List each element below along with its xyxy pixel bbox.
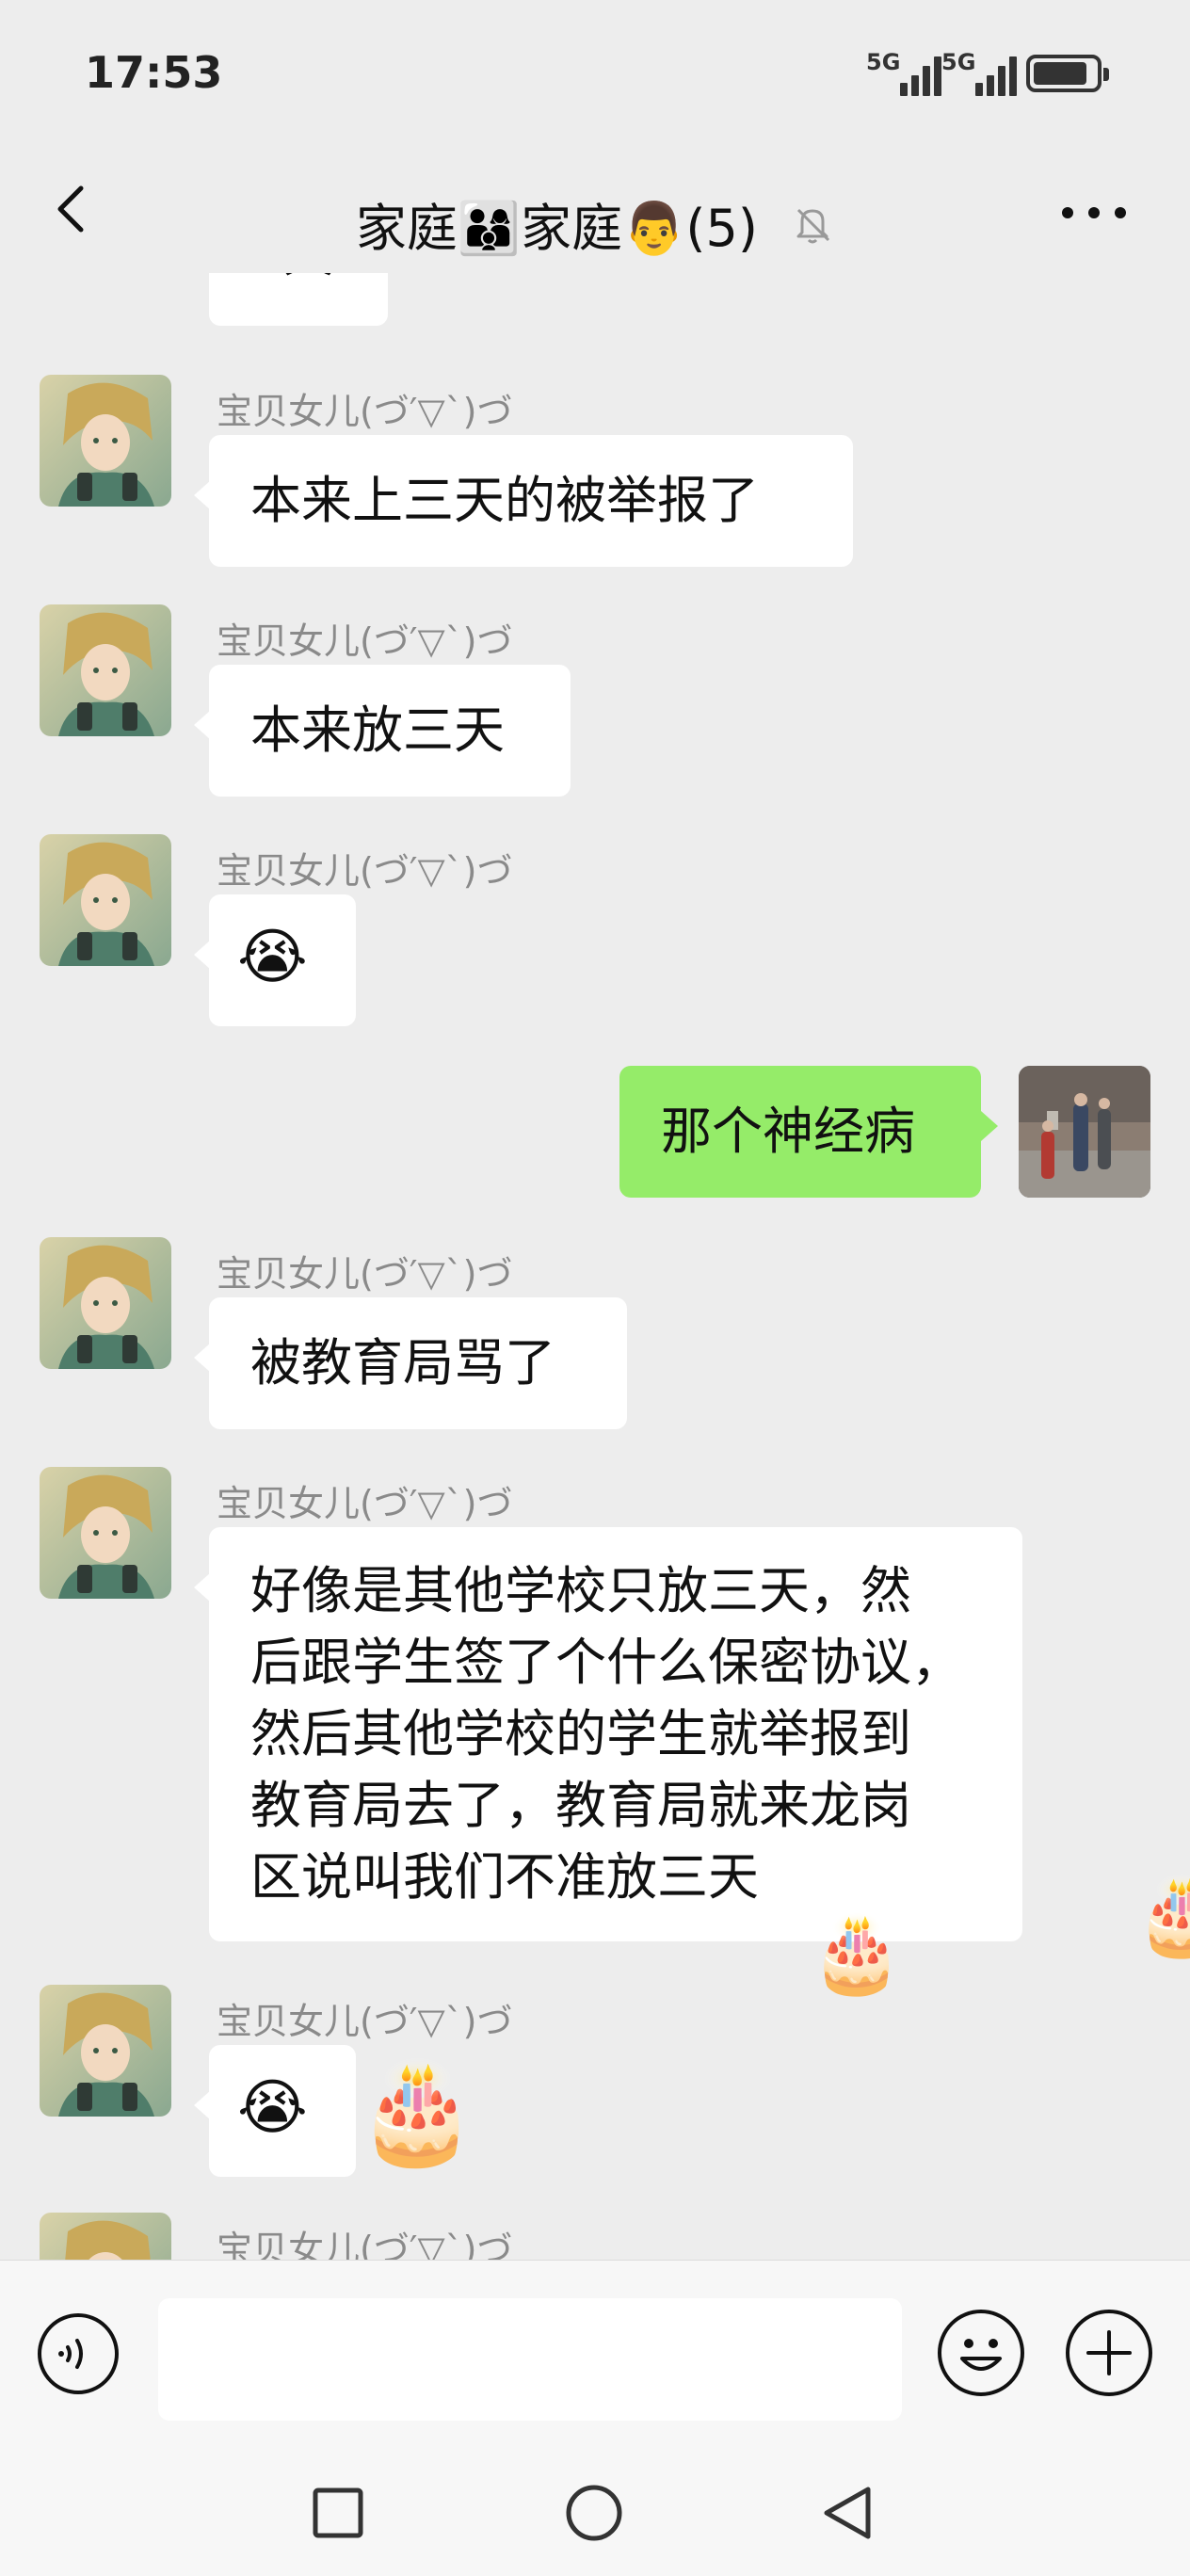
status-bar: 17:53 5G 5G bbox=[0, 0, 1190, 151]
recent-apps-icon[interactable] bbox=[313, 2487, 363, 2538]
voice-icon[interactable] bbox=[36, 2311, 121, 2396]
avatar[interactable] bbox=[40, 1985, 171, 2117]
message-bubble[interactable]: 本来放三天 bbox=[194, 665, 571, 797]
chat-title-text: 家庭👨‍👩‍👦家庭👨(5) bbox=[355, 199, 758, 258]
signal-label-2: 5G bbox=[941, 49, 976, 75]
smiley-icon[interactable] bbox=[936, 2308, 1026, 2398]
message-text: 本来上三天的被举报了 bbox=[250, 471, 759, 530]
chat-messages: 3天 宝贝女儿(づ′▽`)づ 本来上三天的被举报了 宝贝女儿(づ′▽`)づ 本来… bbox=[0, 273, 1190, 2260]
message-text: 3天 bbox=[250, 273, 333, 283]
battery-fill bbox=[1034, 62, 1086, 85]
message-text: 被教育局骂了 bbox=[250, 1333, 555, 1393]
avatar[interactable] bbox=[40, 834, 171, 966]
avatar[interactable] bbox=[40, 1467, 171, 1599]
message-bubble[interactable]: 😭 bbox=[194, 2045, 356, 2177]
signal-label-1: 5G bbox=[866, 49, 901, 75]
sender-name: 宝贝女儿(づ′▽`)づ bbox=[217, 2001, 513, 2042]
my-avatar[interactable] bbox=[1019, 1066, 1150, 1198]
battery-icon bbox=[1026, 55, 1109, 92]
message-line: 教育局去了，教育局就来龙岗 bbox=[250, 1776, 911, 1835]
system-nav-bar bbox=[0, 2454, 1190, 2576]
message-text: 本来放三天 bbox=[250, 700, 505, 760]
sender-name: 宝贝女儿(づ′▽`)づ bbox=[217, 2229, 513, 2260]
message-bubble[interactable]: 😭 bbox=[194, 894, 356, 1026]
bell-off-icon bbox=[796, 208, 830, 243]
cake-emoji: 🎂 bbox=[810, 1909, 904, 1997]
message-bubble-partial[interactable]: 3天 bbox=[209, 273, 388, 326]
message-bubble-self[interactable]: 那个神经病 bbox=[619, 1066, 998, 1198]
cake-emoji: 🎂 bbox=[356, 2054, 478, 2169]
avatar[interactable] bbox=[40, 375, 171, 507]
crying-face-emoji: 😭 bbox=[237, 923, 308, 992]
status-time: 17:53 bbox=[85, 47, 223, 98]
home-icon[interactable] bbox=[565, 2484, 623, 2542]
sender-name: 宝贝女儿(づ′▽`)づ bbox=[217, 1483, 513, 1524]
avatar[interactable] bbox=[40, 604, 171, 736]
message-line: 好像是其他学校只放三天，然 bbox=[250, 1561, 911, 1620]
plus-circle-icon[interactable] bbox=[1064, 2308, 1154, 2398]
cake-emoji: 🎂 bbox=[1134, 1872, 1190, 1959]
sender-name: 宝贝女儿(づ′▽`)づ bbox=[217, 391, 513, 432]
chat-header: 家庭👨‍👩‍👦家庭👨(5) bbox=[0, 151, 1190, 273]
sender-name: 宝贝女儿(づ′▽`)づ bbox=[217, 620, 513, 662]
message-bubble[interactable]: 本来上三天的被举报了 bbox=[194, 435, 853, 567]
sender-name: 宝贝女儿(づ′▽`)づ bbox=[217, 850, 513, 892]
sender-name: 宝贝女儿(づ′▽`)づ bbox=[217, 1253, 513, 1295]
back-triangle-icon[interactable] bbox=[819, 2484, 876, 2542]
message-text: 那个神经病 bbox=[661, 1102, 915, 1161]
more-horizontal-icon[interactable] bbox=[1062, 207, 1128, 220]
input-bar bbox=[0, 2260, 1190, 2455]
message-line: 后跟学生签了个什么保密协议， bbox=[250, 1633, 962, 1692]
avatar[interactable] bbox=[40, 2213, 171, 2260]
avatar[interactable] bbox=[40, 1237, 171, 1369]
message-line: 区说叫我们不准放三天 bbox=[250, 1847, 759, 1907]
crying-face-emoji: 😭 bbox=[237, 2073, 308, 2143]
message-input[interactable] bbox=[158, 2298, 902, 2421]
message-bubble[interactable]: 被教育局骂了 bbox=[194, 1297, 627, 1429]
message-bubble[interactable]: 好像是其他学校只放三天，然 后跟学生签了个什么保密协议， 然后其他学校的学生就举… bbox=[194, 1527, 1022, 1941]
chat-title[interactable]: 家庭👨‍👩‍👦家庭👨(5) bbox=[0, 186, 1190, 261]
message-line: 然后其他学校的学生就举报到 bbox=[250, 1704, 911, 1763]
